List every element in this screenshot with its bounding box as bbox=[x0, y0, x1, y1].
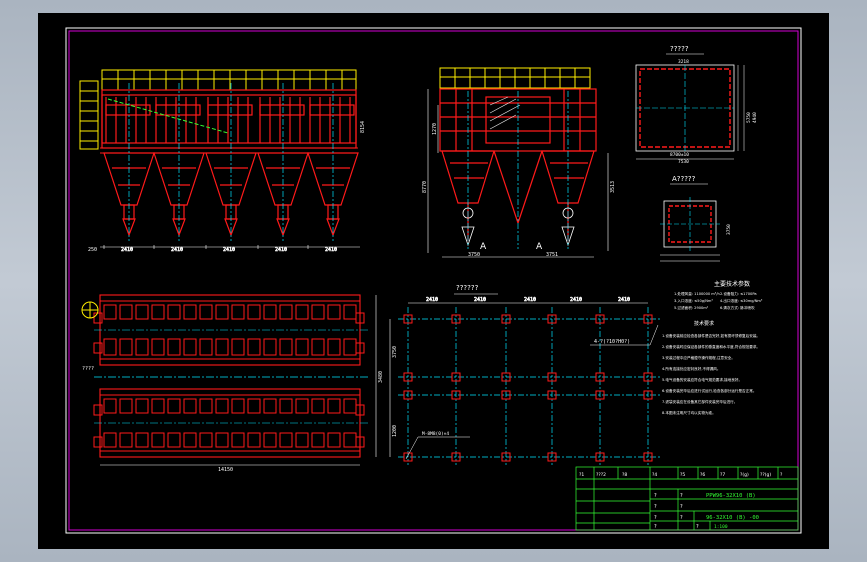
section-mark-left: A bbox=[480, 242, 487, 252]
drawing-name: PPW96-32X10 (B) bbox=[706, 493, 756, 499]
tb-cell-1: ? bbox=[654, 493, 657, 499]
tb-header-cell: ?(g) bbox=[740, 472, 749, 478]
tb-cell-8: ? bbox=[696, 524, 699, 530]
technical-notes: 主要技术参数 1.处理风量: 1100000 m³/h 2.设备阻力: ≤1700… bbox=[662, 280, 763, 415]
viewer-frame: 2410 2410 2410 2410 2410 250 8154 3750 3… bbox=[0, 0, 867, 562]
side-right-dim: 3751 bbox=[546, 252, 558, 258]
plan-side-label: ???? bbox=[82, 366, 94, 372]
drawing-scale: 1:100 bbox=[714, 524, 728, 530]
side-elevation-view: 3750 3751 8770 3513 1270 A A bbox=[422, 67, 616, 258]
layout-callout: 4-?(?10?H0?) bbox=[594, 339, 630, 345]
note-param: 3.入口浓度: ≤50g/Nm³ bbox=[674, 298, 713, 303]
side-mid-dim: 3513 bbox=[610, 181, 616, 193]
note-param: 5.过滤面积: 2900m² bbox=[674, 305, 709, 310]
tb-header-cell: ?4 bbox=[652, 472, 657, 478]
plan-a-right-dim: 5750 bbox=[746, 112, 752, 123]
tb-header-cell: ???2 bbox=[596, 472, 606, 478]
plan-a-bottom-dim: 8700±10 bbox=[670, 152, 689, 158]
cad-drawing-canvas[interactable]: 2410 2410 2410 2410 2410 250 8154 3750 3… bbox=[38, 13, 829, 549]
layout-left-dim2: 1200 bbox=[392, 425, 398, 437]
side-height-dim: 8770 bbox=[422, 181, 428, 193]
front-left-dim: 250 bbox=[88, 247, 97, 253]
front-elevation-view: 2410 2410 2410 2410 2410 250 8154 bbox=[79, 69, 366, 253]
note-requirement: 8.本图未注明尺寸均以实物为准。 bbox=[662, 410, 716, 415]
note-requirement: 4.所有连接处应密封良好,不得漏风。 bbox=[662, 366, 720, 371]
notes-subtitle: 技术要求 bbox=[694, 320, 714, 327]
note-requirement: 1.设备安装前应检查各部件是否完好,如有损坏须修复后安装。 bbox=[662, 333, 760, 338]
front-bay-dim: 2410 bbox=[121, 247, 133, 253]
layout-bay-dim: 2410 bbox=[618, 297, 630, 303]
inner-border bbox=[68, 30, 799, 531]
front-bay-dim: 2410 bbox=[275, 247, 287, 253]
note-requirement: 5.电气设备的安装应符合电气规范要求,接地良好。 bbox=[662, 377, 742, 382]
note-param: 2.设备阻力: ≤1700Pa bbox=[720, 291, 757, 296]
note-requirement: 3.安装过程中应严格遵守操作规程,注意安全。 bbox=[662, 355, 735, 360]
note-requirement: 7.滤袋安装应在设备其它部件安装完毕后进行。 bbox=[662, 399, 737, 404]
side-small-dim: 1270 bbox=[432, 123, 438, 135]
tb-cell-7: ? bbox=[654, 524, 657, 530]
tb-cell-6: ? bbox=[680, 515, 683, 521]
tb-header-cell: ?5 bbox=[680, 472, 685, 478]
foundation-layout-view: ?????? 2410 2410 2410 2410 2410 3750 1200 4-… bbox=[389, 284, 660, 465]
tb-header-cell: ?8 bbox=[622, 472, 627, 478]
layout-bay-dim: 2410 bbox=[524, 297, 536, 303]
top-right-title: ????? bbox=[670, 45, 689, 53]
note-param: 1.处理风量: 1100000 m³/h bbox=[674, 291, 720, 296]
note-param-right: 10.重量: 约60t bbox=[720, 314, 722, 316]
front-bay-dim: 2410 bbox=[171, 247, 183, 253]
section-a-title: A????? bbox=[672, 175, 696, 183]
note-requirement: 2.设备安装时应保证各部件的垂直度和水平度,符合规范要求。 bbox=[662, 344, 760, 349]
tb-header-cell: ? bbox=[780, 472, 783, 478]
drawing-number: 96-32X10 (B) -00 bbox=[706, 515, 759, 521]
drawing-svg: 2410 2410 2410 2410 2410 250 8154 3750 3… bbox=[65, 27, 802, 534]
plan-a-right-dim2: 4940 bbox=[752, 112, 758, 123]
notes-title: 主要技术参数 bbox=[714, 280, 750, 288]
top-plan-view: ????? 3218 8700±10 7530 5750 4940 bbox=[635, 45, 758, 165]
plan-a-top-dim: 3218 bbox=[678, 59, 689, 65]
plan-view: 14150 3480 ???? bbox=[81, 294, 384, 473]
tb-header-cell: ?6 bbox=[700, 472, 705, 478]
plan-width-dim: 3480 bbox=[378, 371, 384, 383]
layout-title: ?????? bbox=[456, 284, 479, 292]
front-bay-dim: 2410 bbox=[223, 247, 235, 253]
tb-cell-4: ? bbox=[680, 504, 683, 510]
note-requirement: 6.设备安装完毕后应进行试运行,检查各部分运行是否正常。 bbox=[662, 388, 756, 393]
layout-bay-dim: 2410 bbox=[426, 297, 438, 303]
plan-total-dim: 14150 bbox=[218, 467, 233, 473]
box-right-dim: 3750 bbox=[726, 224, 732, 235]
section-mark-right: A bbox=[536, 242, 543, 252]
section-a-view: A????? 3750 bbox=[660, 175, 732, 262]
layout-left-dim: 3750 bbox=[392, 346, 398, 358]
tb-header-cell: ?1 bbox=[579, 472, 584, 478]
side-left-dim: 3750 bbox=[468, 252, 480, 258]
layout-bay-dim: 2410 bbox=[570, 297, 582, 303]
layout-bottom-callout: M-8M8(0)×4 bbox=[422, 431, 449, 437]
layout-bay-dim: 2410 bbox=[474, 297, 486, 303]
tb-header-cell: ??(g) bbox=[760, 472, 771, 478]
plan-a-bottom-dim2: 7530 bbox=[678, 159, 689, 165]
front-bay-dim: 2410 bbox=[325, 247, 337, 253]
tb-cell-3: ? bbox=[680, 493, 683, 499]
note-param: 6.清灰方式: 脉冲喷吹 bbox=[720, 305, 755, 310]
tb-header-cell: ?7 bbox=[720, 472, 725, 478]
tb-cell-2: ? bbox=[654, 504, 657, 510]
tb-cell-5: ? bbox=[654, 515, 657, 521]
note-param: 4.出口浓度: ≤30mg/Nm³ bbox=[720, 298, 763, 303]
front-height-dim: 8154 bbox=[360, 121, 366, 133]
